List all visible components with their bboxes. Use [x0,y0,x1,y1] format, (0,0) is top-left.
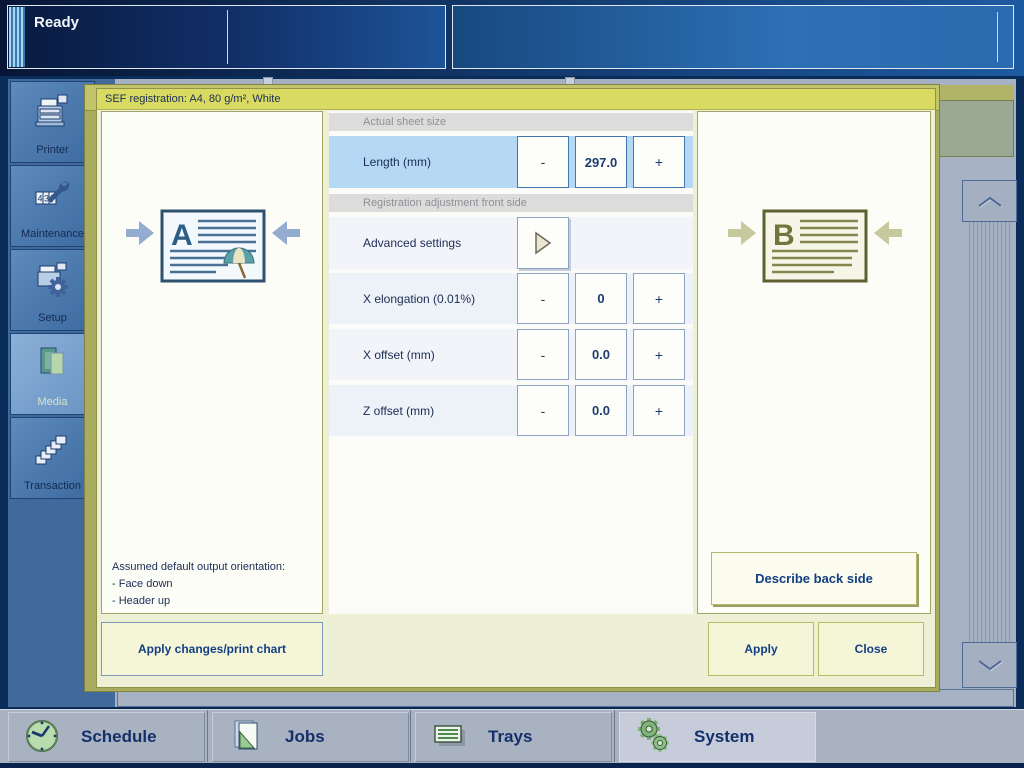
advanced-settings-row: Advanced settings [329,217,693,269]
length-increase-button[interactable]: + [633,136,685,188]
x-offset-row: X offset (mm) - 0.0 + [329,329,693,380]
dialog-title: SEF registration: A4, 80 g/m², White [97,89,935,110]
advanced-settings-label: Advanced settings [363,217,461,269]
sidebar-item-media[interactable]: Media [10,333,95,415]
sidebar-item-maintenance[interactable]: 4 3 7 Maintenance [10,165,95,247]
tray-icon [430,721,468,754]
apply-changes-print-chart-button[interactable]: Apply changes/print chart [101,622,323,676]
status-panel-left: Ready [7,5,446,69]
z-offset-decrease-button[interactable]: - [517,385,569,436]
z-offset-value[interactable]: 0.0 [575,385,627,436]
x-elongation-increase-button[interactable]: + [633,273,685,324]
tab-jobs[interactable]: Jobs [212,712,409,762]
orientation-note-line: - Face down [112,576,285,593]
back-sheet-preview-icon: B [726,207,904,296]
x-elongation-row: X elongation (0.01%) - 0 + [329,273,693,324]
tab-label: System [694,727,754,747]
sidebar-item-setup[interactable]: Setup [10,249,95,331]
scroll-up-button[interactable] [962,180,1017,222]
background-panel [936,100,1014,157]
x-offset-label: X offset (mm) [363,329,435,380]
orientation-note: Assumed default output orientation: - Fa… [112,559,285,610]
settings-column: Actual sheet size Length (mm) - 297.0 + … [329,111,693,614]
transaction-icon [11,428,94,468]
front-sheet-preview-icon: A [124,207,302,296]
x-offset-decrease-button[interactable]: - [517,329,569,380]
sidebar-item-label: Printer [11,144,94,156]
scroll-down-button[interactable] [962,642,1017,688]
z-offset-row: Z offset (mm) - 0.0 + [329,385,693,436]
printer-control-screen: Ready [0,0,1024,768]
nav-divider [410,710,411,762]
tab-label: Trays [488,727,532,747]
tab-trays[interactable]: Trays [415,712,612,762]
apply-button[interactable]: Apply [708,622,814,676]
x-elongation-label: X elongation (0.01%) [363,273,475,324]
actual-sheet-size-header: Actual sheet size [329,113,693,131]
sidebar-item-transaction[interactable]: Transaction [10,417,95,499]
back-side-preview-panel: B Describe back side [697,111,931,614]
maintenance-icon: 4 3 7 [11,176,94,216]
x-elongation-decrease-button[interactable]: - [517,273,569,324]
gears-icon [634,716,674,759]
tab-system[interactable]: System [619,712,816,762]
chevron-down-icon [968,655,1012,675]
close-button[interactable]: Close [818,622,924,676]
sidebar-item-printer[interactable]: Printer [10,81,95,163]
expand-arrow-icon [531,231,555,255]
sidebar-item-label: Media [11,396,94,408]
tab-schedule[interactable]: Schedule [8,712,205,762]
x-offset-value[interactable]: 0.0 [575,329,627,380]
z-offset-increase-button[interactable]: + [633,385,685,436]
tab-label: Schedule [81,727,157,747]
sidebar-item-label: Maintenance [11,228,94,240]
orientation-note-line: Assumed default output orientation: [112,559,285,576]
svg-text:A: A [171,219,193,252]
z-offset-label: Z offset (mm) [363,385,434,436]
nav-divider [207,710,208,762]
status-divider [227,10,228,64]
describe-back-side-button[interactable]: Describe back side [711,552,917,605]
chevron-up-icon [968,191,1012,211]
clock-icon [23,717,61,758]
length-decrease-button[interactable]: - [517,136,569,188]
status-divider [997,12,998,62]
setup-icon [11,260,94,300]
advanced-settings-button[interactable] [517,217,569,269]
x-offset-increase-button[interactable]: + [633,329,685,380]
sef-registration-dialog: SEF registration: A4, 80 g/m², White A [96,88,936,688]
document-icon [227,717,265,758]
scrollbar-track[interactable] [966,222,1013,642]
x-elongation-value[interactable]: 0 [575,273,627,324]
status-stripes-decoration [9,7,25,67]
printer-status-text: Ready [34,14,79,31]
registration-adjustment-header: Registration adjustment front side [329,194,693,212]
svg-text:3: 3 [44,194,49,204]
tab-label: Jobs [285,727,325,747]
svg-text:B: B [773,219,795,252]
front-side-preview-panel: A Assumed [101,111,323,614]
printer-icon [11,92,94,132]
orientation-note-line: - Header up [112,593,285,610]
status-bar: Ready [0,0,1024,76]
status-panel-right [452,5,1014,69]
sidebar-item-label: Transaction [11,480,94,492]
nav-divider [614,710,615,762]
length-value[interactable]: 297.0 [575,136,627,188]
media-icon [11,344,94,384]
bottom-navigation-bar: Schedule Jobs [0,708,1024,768]
sidebar-item-label: Setup [11,312,94,324]
svg-text:4: 4 [37,194,42,204]
length-row: Length (mm) - 297.0 + [329,136,693,188]
length-label: Length (mm) [363,136,431,188]
